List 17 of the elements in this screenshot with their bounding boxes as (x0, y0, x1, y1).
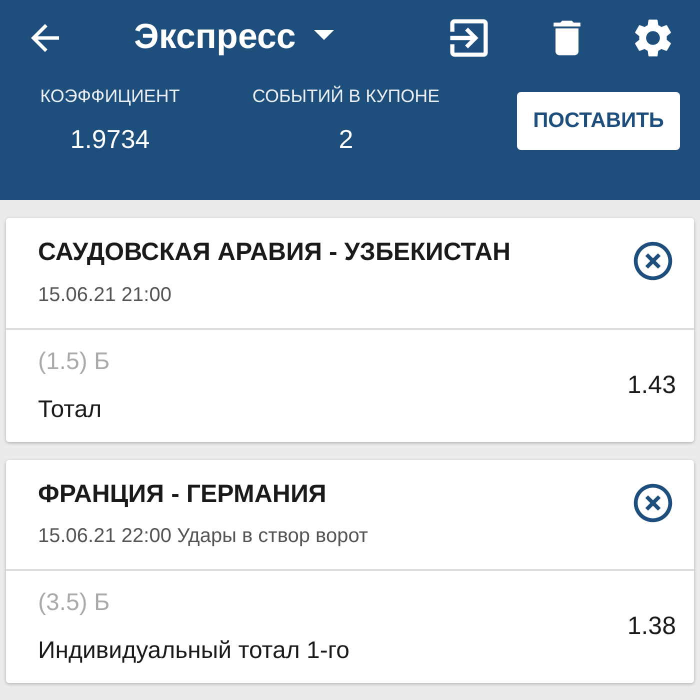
odds-value: 1.43 (627, 370, 676, 401)
title-dropdown[interactable]: Экспресс (134, 11, 334, 64)
summary-label: КОЭФФИЦИЕНТ (40, 85, 180, 108)
market-text: Индивидуальный тотал 1-го (38, 636, 350, 666)
summary-value: 1.9734 (70, 123, 150, 156)
caret-icon (314, 30, 334, 40)
place-bet-button[interactable]: ПОСТАВИТЬ (517, 92, 680, 150)
match-info: 15.06.21 21:00 (38, 282, 172, 308)
odds-value: 1.38 (627, 611, 676, 642)
outcome-text: (1.5) Б (38, 346, 111, 376)
outcome-text: (3.5) Б (38, 588, 111, 618)
match-info: 15.06.21 22:00 Удары в створ ворот (38, 524, 370, 549)
summary-label: СОБЫТИЙ В КУПОНЕ (252, 84, 440, 108)
match-title: ФРАНЦИЯ - ГЕРМАНИЯ (38, 478, 328, 510)
match-title: САУДОВСКАЯ АРАВИЯ - УЗБЕКИСТАН (38, 237, 512, 268)
summary-value: 2 (338, 123, 354, 156)
market-text: Тотал (38, 394, 103, 424)
